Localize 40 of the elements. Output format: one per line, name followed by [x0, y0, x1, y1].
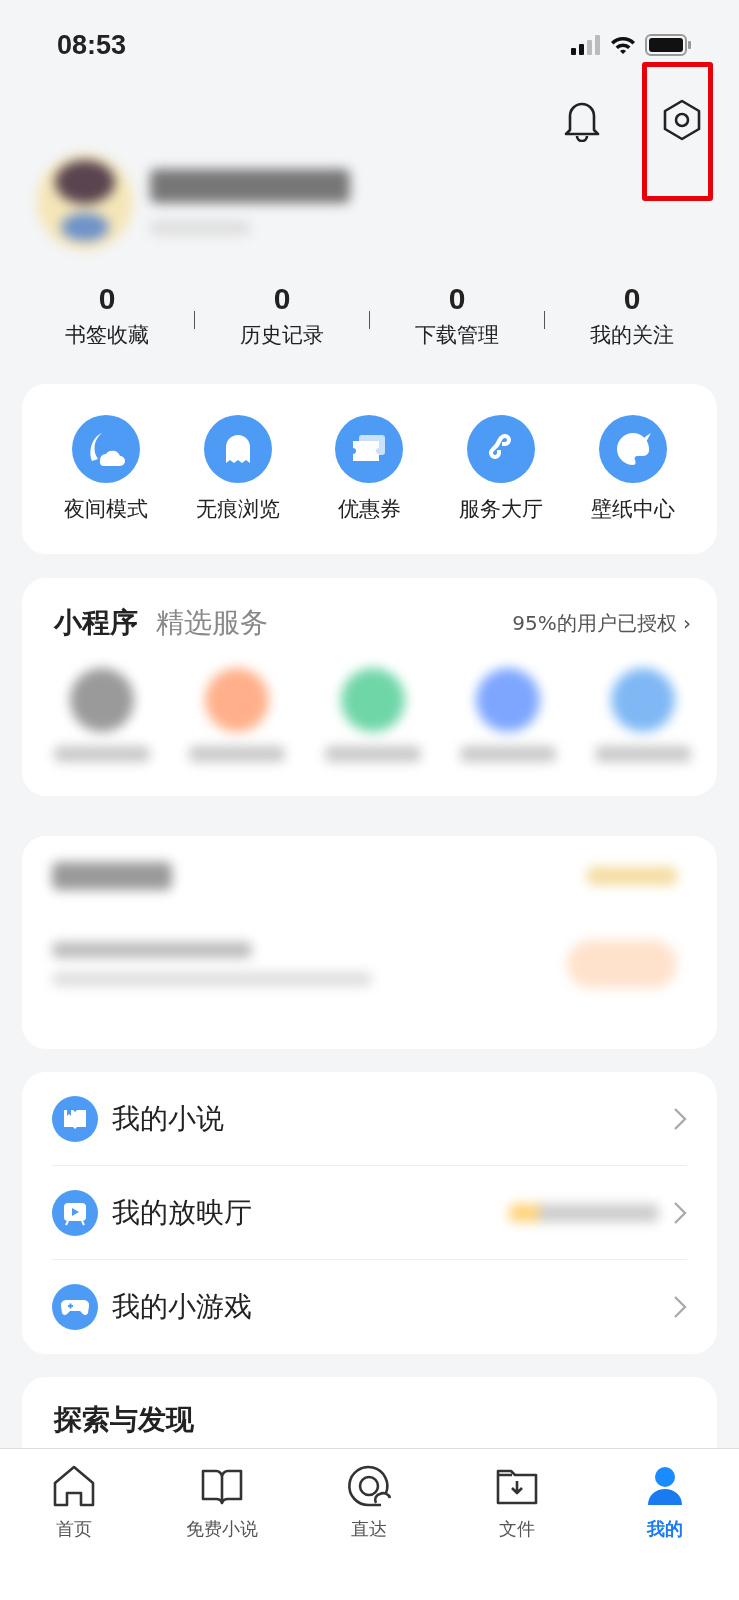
chevron-icon — [673, 1200, 687, 1225]
link-icon — [467, 415, 536, 483]
play-icon — [52, 1189, 98, 1236]
signal-icon — [571, 35, 601, 55]
quick-action[interactable]: 无痕浏览 — [175, 415, 300, 523]
tab[interactable]: 免费小说 — [147, 1463, 296, 1541]
tab[interactable]: 直达 — [295, 1463, 444, 1541]
stat-item[interactable]: 0 历史记录 — [195, 283, 369, 349]
book-icon — [52, 1095, 98, 1142]
quick-action[interactable]: 服务大厅 — [439, 415, 564, 523]
tab[interactable]: 首页 — [0, 1463, 148, 1541]
quick-action[interactable]: 壁纸中心 — [571, 415, 696, 523]
status-time: 08:53 — [57, 29, 127, 61]
blurred-app-icon — [475, 668, 540, 732]
quick-action[interactable]: 夜间模式 — [43, 415, 168, 523]
blurred-app-icon — [611, 668, 675, 732]
chevron-icon — [673, 1295, 687, 1319]
menu-item[interactable]: 我的放映厅 — [52, 1166, 687, 1260]
battery-icon — [645, 34, 691, 56]
authorized-link[interactable]: 95%的用户已授权 › — [512, 609, 691, 637]
ghost-icon — [203, 415, 272, 483]
stat-item[interactable]: 0 我的关注 — [545, 283, 719, 349]
menu-item[interactable]: 我的小游戏 — [52, 1260, 687, 1354]
tab[interactable]: 我的 — [591, 1463, 739, 1541]
blurred-app-icon — [205, 668, 270, 732]
wifi-icon — [609, 35, 637, 55]
section-tab[interactable]: 精选服务 — [156, 604, 268, 642]
blurred-app-icon — [70, 668, 134, 732]
stat-item[interactable]: 0 下载管理 — [370, 283, 544, 349]
night-icon — [71, 415, 140, 483]
section-title: 探索与发现 — [54, 1403, 194, 1436]
quick-action[interactable]: 优惠券 — [307, 415, 432, 523]
stat-item[interactable]: 0 书签收藏 — [20, 283, 194, 349]
ticket-icon — [335, 415, 404, 483]
section-title: 小程序 — [54, 605, 138, 641]
game-icon — [52, 1284, 98, 1330]
menu-item[interactable]: 我的小说 — [52, 1072, 687, 1166]
chevron-icon — [673, 1106, 687, 1131]
blurred-app-icon — [340, 668, 405, 732]
tab[interactable]: 文件 — [443, 1463, 592, 1541]
